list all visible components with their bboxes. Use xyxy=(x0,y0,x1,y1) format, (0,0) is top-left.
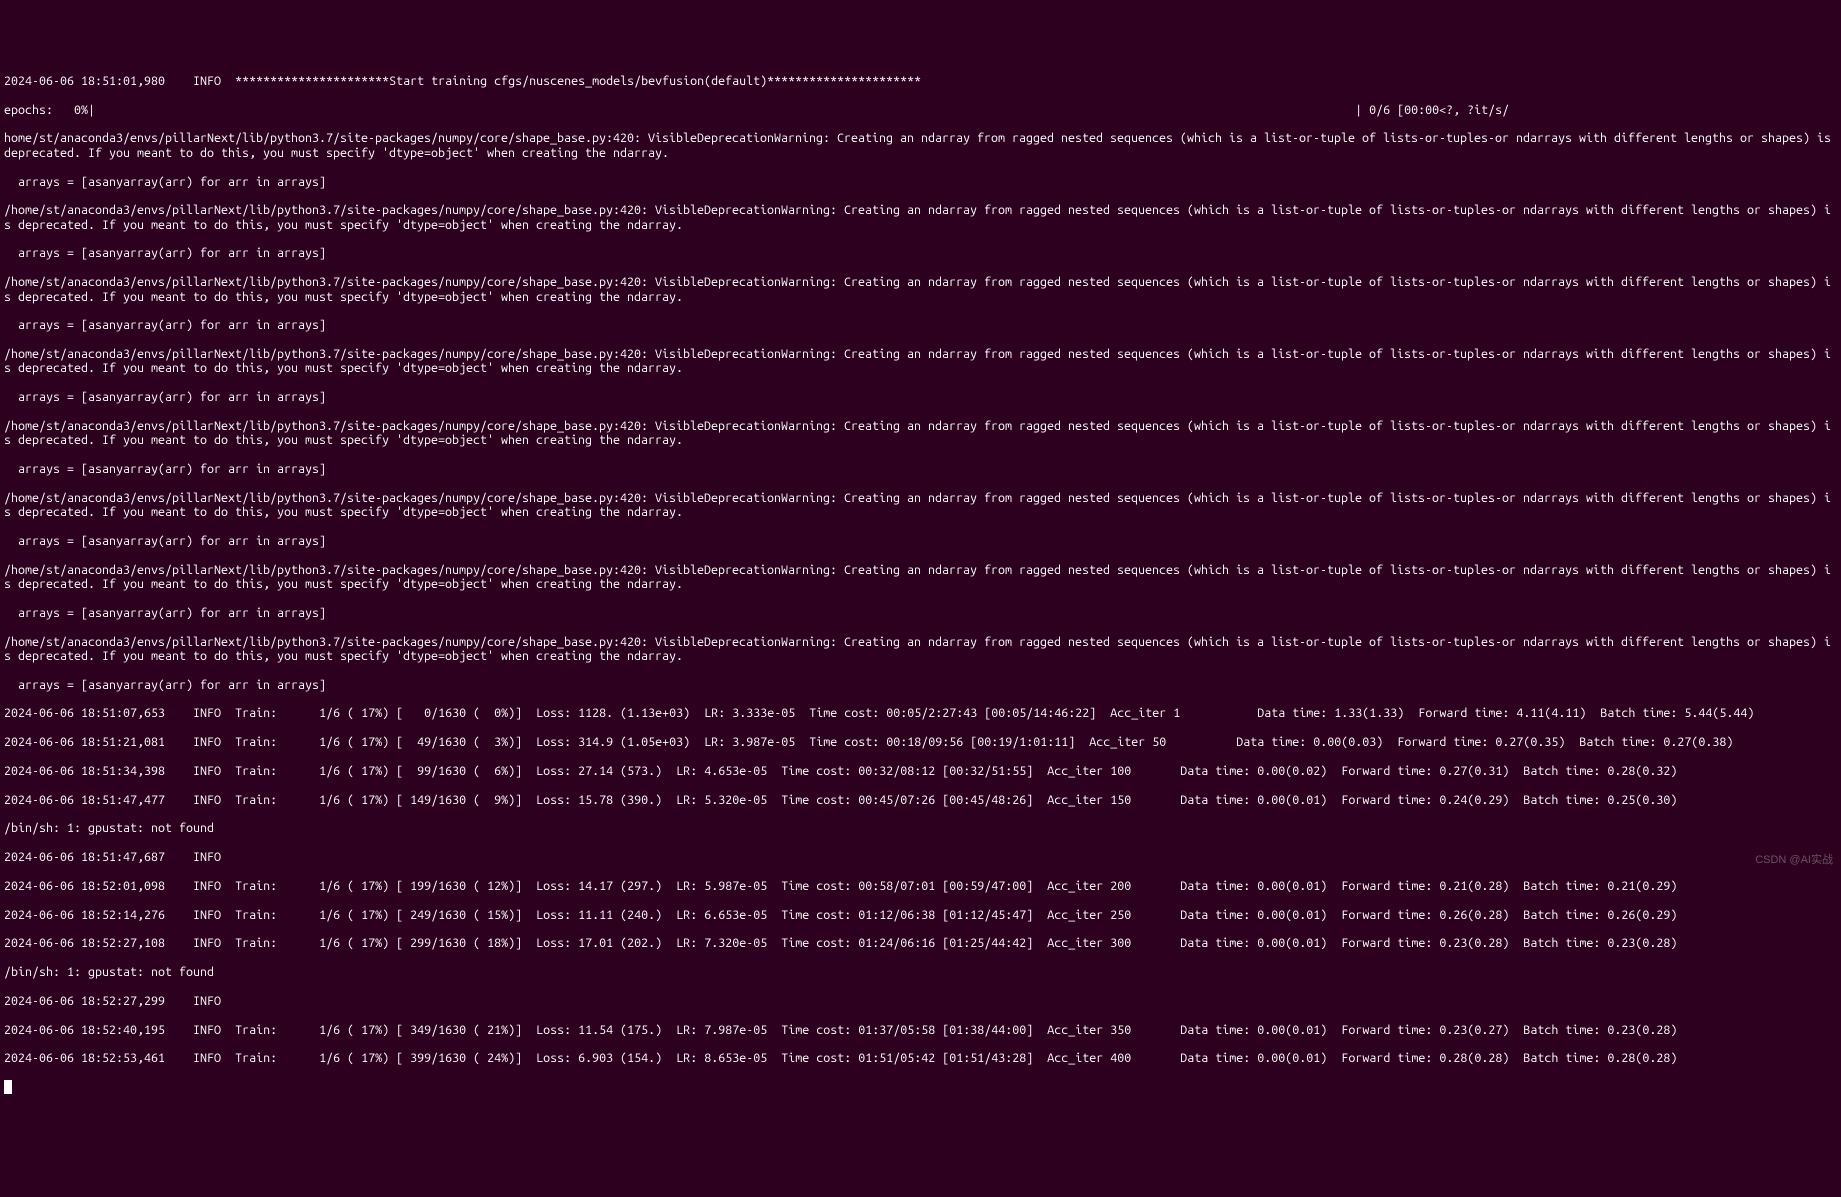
deprecation-warning: /home/st/anaconda3/envs/pillarNext/lib/p… xyxy=(4,275,1837,304)
info-empty: 2024-06-06 18:52:27,299 INFO xyxy=(4,994,1837,1008)
deprecation-warning: /home/st/anaconda3/envs/pillarNext/lib/p… xyxy=(4,635,1837,664)
train-log: 2024-06-06 18:52:27,108 INFO Train: 1/6 … xyxy=(4,936,1837,950)
train-log: 2024-06-06 18:51:07,653 INFO Train: 1/6 … xyxy=(4,706,1837,720)
train-log: 2024-06-06 18:52:40,195 INFO Train: 1/6 … xyxy=(4,1023,1837,1037)
train-log: 2024-06-06 18:52:53,461 INFO Train: 1/6 … xyxy=(4,1051,1837,1065)
deprecation-warning: /home/st/anaconda3/envs/pillarNext/lib/p… xyxy=(4,347,1837,376)
arrays-line: arrays = [asanyarray(arr) for arr in arr… xyxy=(4,678,1837,692)
deprecation-warning: /home/st/anaconda3/envs/pillarNext/lib/p… xyxy=(4,419,1837,448)
arrays-line: arrays = [asanyarray(arr) for arr in arr… xyxy=(4,318,1837,332)
gpustat-error: /bin/sh: 1: gpustat: not found xyxy=(4,965,1837,979)
arrays-line: arrays = [asanyarray(arr) for arr in arr… xyxy=(4,246,1837,260)
arrays-line: arrays = [asanyarray(arr) for arr in arr… xyxy=(4,390,1837,404)
deprecation-warning: /home/st/anaconda3/envs/pillarNext/lib/p… xyxy=(4,203,1837,232)
deprecation-warning: /home/st/anaconda3/envs/pillarNext/lib/p… xyxy=(4,563,1837,592)
arrays-line: arrays = [asanyarray(arr) for arr in arr… xyxy=(4,606,1837,620)
arrays-line: arrays = [asanyarray(arr) for arr in arr… xyxy=(4,534,1837,548)
watermark: CSDN @AI实战 xyxy=(1755,854,1833,867)
train-log: 2024-06-06 18:51:21,081 INFO Train: 1/6 … xyxy=(4,735,1837,749)
train-log: 2024-06-06 18:52:01,098 INFO Train: 1/6 … xyxy=(4,879,1837,893)
terminal-output[interactable]: 2024-06-06 18:51:01,980 INFO ***********… xyxy=(4,60,1837,1095)
arrays-line: arrays = [asanyarray(arr) for arr in arr… xyxy=(4,175,1837,189)
arrays-line: arrays = [asanyarray(arr) for arr in arr… xyxy=(4,462,1837,476)
header-line: 2024-06-06 18:51:01,980 INFO ***********… xyxy=(4,74,1837,88)
deprecation-warning: home/st/anaconda3/envs/pillarNext/lib/py… xyxy=(4,131,1837,160)
terminal-cursor xyxy=(4,1080,12,1094)
info-empty: 2024-06-06 18:51:47,687 INFO xyxy=(4,850,1837,864)
train-log: 2024-06-06 18:51:47,477 INFO Train: 1/6 … xyxy=(4,793,1837,807)
train-log: 2024-06-06 18:52:14,276 INFO Train: 1/6 … xyxy=(4,908,1837,922)
train-log: 2024-06-06 18:51:34,398 INFO Train: 1/6 … xyxy=(4,764,1837,778)
deprecation-warning: /home/st/anaconda3/envs/pillarNext/lib/p… xyxy=(4,491,1837,520)
gpustat-error: /bin/sh: 1: gpustat: not found xyxy=(4,821,1837,835)
epochs-line: epochs: 0%| | 0/6 [ xyxy=(4,103,1837,117)
